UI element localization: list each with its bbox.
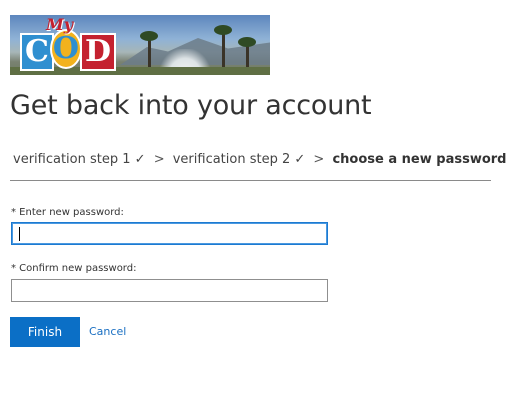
confirm-password-label: * Confirm new password: [11,263,137,274]
confirm-password-field[interactable] [11,279,328,302]
step-1-label: verification step 1 ✓ [13,152,146,167]
text-caret [19,227,20,241]
step-separator: > [313,152,325,167]
finish-button[interactable]: Finish [10,317,80,347]
logo-letter-d: D [80,33,116,71]
banner-palm-frond [140,31,158,41]
logo-letter-o: O [50,29,82,69]
header-banner-image: C O D My [10,15,270,75]
logo-letter-c: C [20,33,54,71]
logo-my-text: My [46,15,74,34]
password-reset-page: C O D My Get back into your account veri… [0,0,519,410]
section-divider [10,180,491,181]
banner-palm-frond [238,37,256,47]
new-password-field[interactable] [11,222,328,245]
cancel-link[interactable]: Cancel [89,325,126,338]
new-password-label: * Enter new password: [11,207,124,218]
current-step-label: choose a new password [332,152,507,167]
banner-palm-frond [214,25,232,35]
verification-breadcrumb: verification step 1 ✓ > verification ste… [13,152,507,167]
step-2-label: verification step 2 ✓ [172,152,306,167]
step-separator: > [153,152,165,167]
page-title: Get back into your account [10,90,372,121]
mycod-logo: C O D My [16,15,126,75]
